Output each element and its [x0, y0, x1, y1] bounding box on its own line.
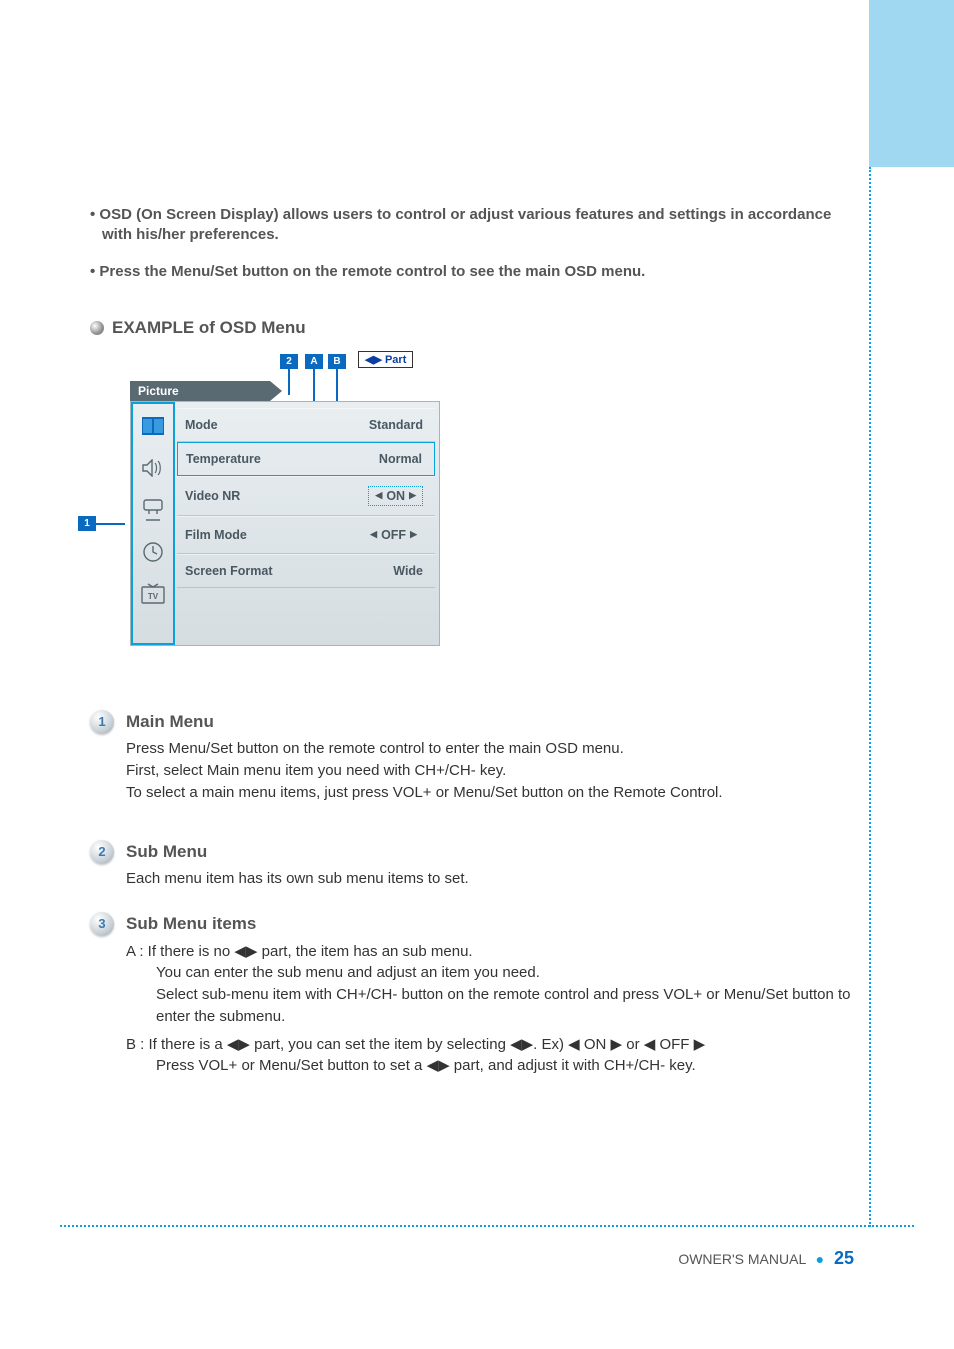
section-line: Press Menu/Set button on the remote cont…	[126, 738, 723, 760]
callout-a: A	[305, 354, 323, 369]
section-badge: 1	[90, 710, 114, 734]
footer-dot-icon: ●	[810, 1251, 830, 1267]
section-line: To select a main menu items, just press …	[126, 782, 723, 804]
footer-label: OWNER'S MANUAL	[678, 1251, 805, 1267]
section-body: Sub Menu items A : If there is no ◀▶ part…	[126, 912, 860, 1077]
section-3: 3 Sub Menu items A : If there is no ◀▶ par…	[90, 912, 860, 1077]
section-title: Sub Menu items	[126, 912, 860, 937]
intro-line-2: Press the Menu/Set button on the remote …	[90, 262, 860, 282]
osd-row-label: Video NR	[185, 489, 240, 503]
setup-icon	[138, 496, 168, 524]
arrow-value: ◀ OFF ▶	[364, 526, 423, 544]
osd-panel: TV Mode Standard Temperature Normal Video NR…	[130, 401, 440, 646]
sub-item-b: B : If there is a ◀▶ part, you can set t…	[126, 1034, 860, 1056]
right-dotted-rule	[869, 167, 871, 1227]
intro-line-1: OSD (On Screen Display) allows users to …	[90, 205, 860, 246]
section-badge: 2	[90, 840, 114, 864]
osd-row-film-mode: Film Mode ◀ OFF ▶	[177, 516, 435, 554]
example-header: EXAMPLE of OSD Menu	[90, 318, 860, 338]
right-arrow-icon: ▶	[409, 490, 416, 501]
osd-row-mode: Mode Standard	[177, 408, 435, 442]
value-text: OFF	[381, 528, 406, 542]
osd-row-value: Standard	[369, 418, 423, 432]
page-content: OSD (On Screen Display) allows users to …	[90, 205, 860, 1077]
sub-item-a-line: Select sub-menu item with CH+/CH- button…	[126, 984, 860, 1028]
section-body: Sub Menu Each menu item has its own sub m…	[126, 840, 469, 890]
osd-row-label: Screen Format	[185, 564, 273, 578]
connector	[96, 523, 125, 525]
osd-row-label: Mode	[185, 418, 218, 432]
section-1: 1 Main Menu Press Menu/Set button on the r…	[90, 710, 860, 804]
page-number: 25	[834, 1248, 854, 1268]
left-arrow-icon: ◀	[370, 529, 377, 540]
time-icon	[138, 538, 168, 566]
sub-item-b-line: Press VOL+ or Menu/Set button to set a ◀…	[126, 1055, 860, 1077]
osd-row-value: ◀ OFF ▶	[364, 526, 423, 544]
osd-row-value: Wide	[393, 564, 423, 578]
osd-row-label: Film Mode	[185, 528, 247, 542]
header-accent	[869, 0, 954, 167]
connector	[288, 369, 290, 395]
osd-menu-list: Mode Standard Temperature Normal Video NR ◀ ON…	[177, 408, 435, 588]
sound-icon	[138, 454, 168, 482]
sub-item-a-line: You can enter the sub menu and adjust an…	[126, 962, 860, 984]
osd-row-value: Normal	[379, 452, 422, 466]
page-footer: OWNER'S MANUAL ● 25	[678, 1248, 854, 1269]
section-2: 2 Sub Menu Each menu item has its own sub …	[90, 840, 860, 890]
section-line: Each menu item has its own sub menu item…	[126, 868, 469, 890]
svg-text:TV: TV	[148, 592, 159, 601]
arrow-value: ◀ ON ▶	[368, 486, 423, 506]
section-body: Main Menu Press Menu/Set button on the re…	[126, 710, 723, 804]
section-line: First, select Main menu item you need wi…	[126, 760, 723, 782]
callout-2: 2	[280, 354, 298, 369]
osd-row-video-nr: Video NR ◀ ON ▶	[177, 476, 435, 516]
osd-row-temperature: Temperature Normal	[177, 442, 435, 476]
osd-icon-column: TV	[131, 402, 175, 645]
value-text: ON	[386, 489, 405, 503]
example-title: EXAMPLE of OSD Menu	[112, 318, 306, 338]
section-title: Sub Menu	[126, 840, 469, 865]
osd-diagram: 1 2 A B ◀▶ Part Picture	[130, 356, 610, 666]
section-title: Main Menu	[126, 710, 723, 735]
sub-item-a: A : If there is no ◀▶ part, the item has…	[126, 941, 860, 963]
callout-1: 1	[78, 516, 96, 531]
bullet-sphere-icon	[90, 321, 104, 335]
picture-icon	[138, 412, 168, 440]
left-arrow-icon: ◀	[375, 490, 382, 501]
bottom-dotted-rule	[60, 1225, 914, 1227]
osd-row-label: Temperature	[186, 452, 261, 466]
right-arrow-icon: ▶	[410, 529, 417, 540]
tv-icon: TV	[138, 580, 168, 608]
osd-row-screen-format: Screen Format Wide	[177, 554, 435, 588]
osd-tab-picture: Picture	[130, 381, 270, 401]
section-badge: 3	[90, 912, 114, 936]
part-label: ◀▶ Part	[358, 351, 413, 368]
osd-row-value: ◀ ON ▶	[368, 486, 423, 506]
callout-b: B	[328, 354, 346, 369]
